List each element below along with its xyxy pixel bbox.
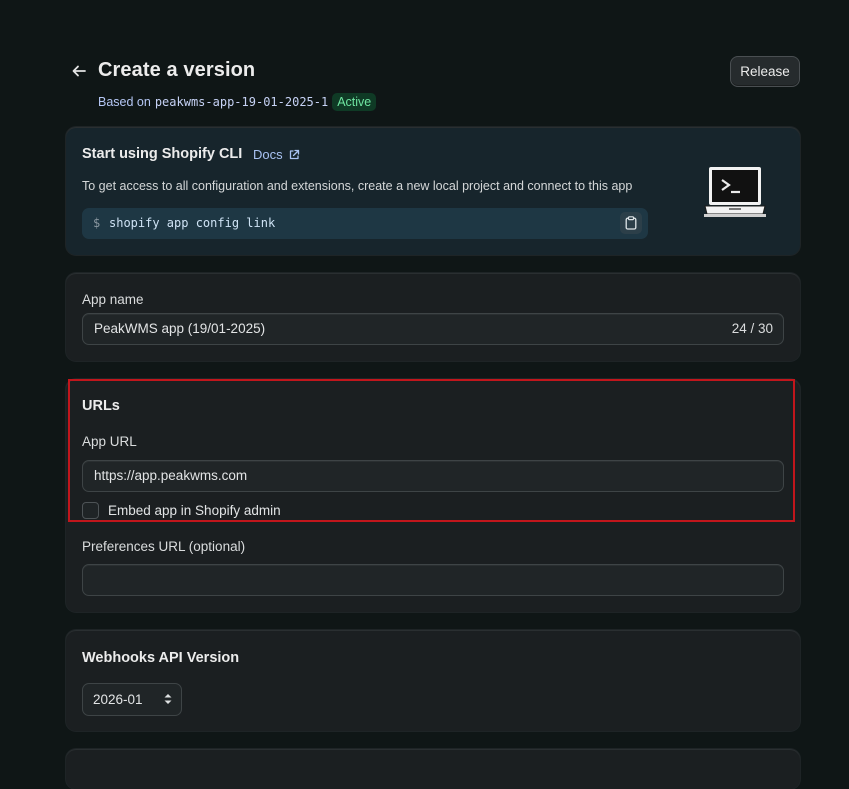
- app-name-char-count: 24 / 30: [731, 321, 773, 336]
- shopify-cli-card: Start using Shopify CLI Docs To get acce…: [66, 127, 800, 255]
- webhooks-version-value: 2026-01: [93, 692, 143, 707]
- webhooks-section-title: Webhooks API Version: [82, 650, 240, 666]
- preferences-url-label: Preferences URL (optional): [82, 539, 246, 554]
- next-section-card: [66, 749, 800, 789]
- page-header: Create a version Based on peakwms-app-19…: [66, 56, 800, 116]
- release-button[interactable]: Release: [730, 56, 800, 87]
- page-title: Create a version: [98, 59, 256, 81]
- based-on-version: peakwms-app-19-01-2025-1: [154, 95, 329, 109]
- select-arrows-icon: [164, 694, 172, 704]
- terminal-laptop-icon: [704, 167, 766, 217]
- app-name-card: App name PeakWMS app (19/01-2025) 24 / 3…: [66, 273, 800, 361]
- status-badge: Active: [332, 93, 377, 111]
- copy-command-button[interactable]: [620, 212, 642, 234]
- app-name-label: App name: [82, 292, 144, 307]
- webhooks-card: Webhooks API Version 2026-01: [66, 630, 800, 731]
- arrow-left-icon: [72, 65, 86, 77]
- docs-link-label: Docs: [253, 147, 283, 162]
- app-url-label: App URL: [82, 434, 137, 449]
- embed-app-checkbox[interactable]: [82, 502, 99, 519]
- clipboard-icon: [625, 216, 637, 230]
- embed-app-label: Embed app in Shopify admin: [108, 503, 281, 518]
- app-name-field[interactable]: PeakWMS app (19/01-2025) 24 / 30: [82, 313, 784, 345]
- embed-app-option[interactable]: Embed app in Shopify admin: [82, 502, 281, 519]
- cli-card-title: Start using Shopify CLI: [82, 146, 243, 162]
- app-url-value: https://app.peakwms.com: [94, 468, 248, 483]
- app-name-value: PeakWMS app (19/01-2025): [94, 321, 266, 336]
- back-button[interactable]: [70, 62, 92, 80]
- cli-command: shopify app config link: [109, 216, 276, 230]
- cli-card-description: To get access to all configuration and e…: [82, 179, 633, 193]
- cli-command-box: $ shopify app config link: [82, 208, 648, 239]
- docs-link[interactable]: Docs: [253, 147, 300, 162]
- urls-section-title: URLs: [82, 398, 120, 414]
- app-url-field[interactable]: https://app.peakwms.com: [82, 460, 784, 492]
- urls-card: URLs App URL https://app.peakwms.com Emb…: [66, 379, 800, 612]
- command-prompt: $: [93, 216, 101, 230]
- based-on-label: Based on: [98, 95, 151, 109]
- webhooks-version-select[interactable]: 2026-01: [82, 683, 182, 716]
- external-link-icon: [289, 149, 299, 159]
- preferences-url-field[interactable]: [82, 564, 784, 596]
- version-subtitle: Based on peakwms-app-19-01-2025-1 Active: [98, 93, 377, 111]
